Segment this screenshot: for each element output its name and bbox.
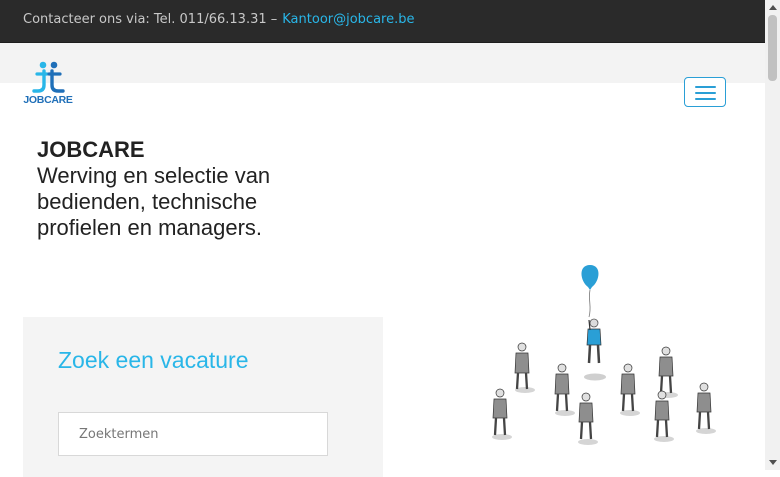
contact-text: Contacteer ons via: Tel. 011/66.13.31 – (23, 12, 278, 27)
top-contact-bar: Contacteer ons via: Tel. 011/66.13.31 – K… (0, 0, 765, 43)
balloon-icon (581, 265, 599, 318)
hero-tagline: Werving en selectie van bedienden, techn… (37, 163, 271, 240)
hero-title: JOBCARE (37, 137, 145, 162)
balloon-crowd-illustration (492, 265, 716, 445)
hero-intro: JOBCARE Werving en selectie van bediende… (37, 137, 337, 241)
crowd-people-icon (492, 342, 716, 445)
menu-toggle-button[interactable] (684, 77, 726, 107)
contact-line: Contacteer ons via: Tel. 011/66.13.31 – K… (23, 12, 415, 27)
email-link[interactable]: Kantoor@jobcare.be (282, 12, 414, 27)
floating-person-icon (584, 318, 606, 381)
logo-text: JOBCARE (23, 94, 73, 106)
jc-logo-icon (32, 61, 65, 93)
page-scrollbar[interactable] (765, 0, 780, 470)
search-heading: Zoek een vacature (58, 347, 249, 373)
search-input[interactable] (58, 412, 328, 456)
scroll-down-icon[interactable] (769, 460, 777, 465)
scroll-up-icon[interactable] (769, 5, 777, 10)
header-strip (0, 43, 765, 83)
scroll-thumb[interactable] (768, 15, 777, 81)
vacancy-search-panel: Zoek een vacature (23, 317, 383, 477)
jobcare-logo[interactable]: JOBCARE (23, 60, 75, 108)
